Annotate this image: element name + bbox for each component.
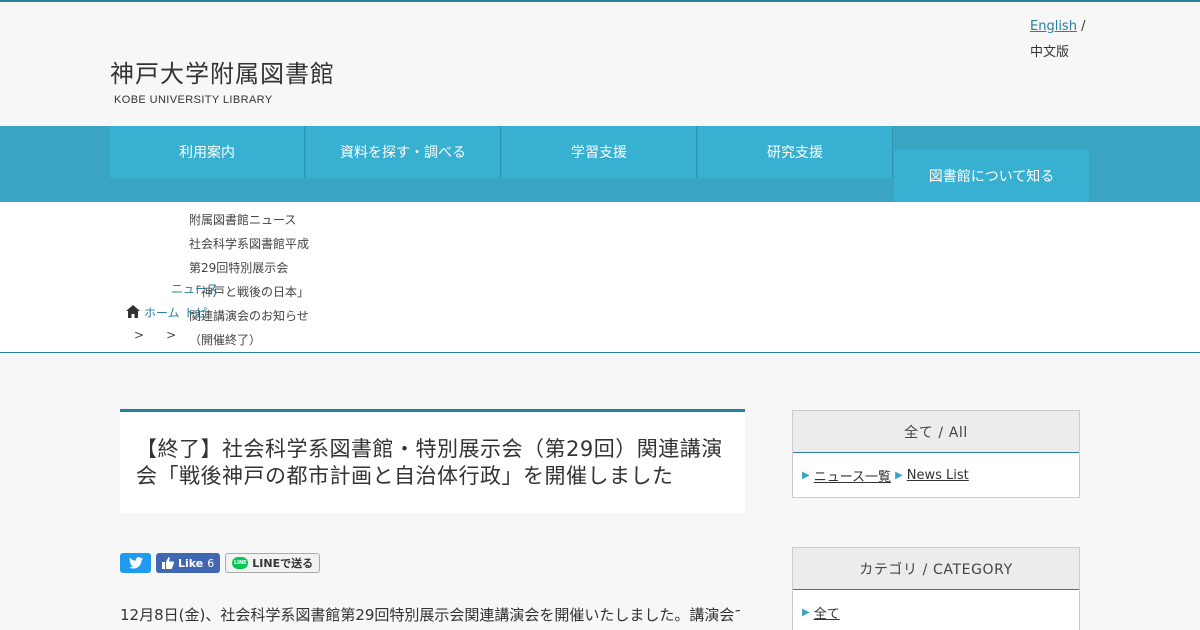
breadcrumb-home-link[interactable]: ホーム [144,304,180,321]
sidebar-all-title: 全て / All [793,411,1079,453]
site-logo[interactable]: 神戸大学附属図書館 KOBE UNIVERSITY LIBRARY [110,60,335,106]
facebook-like-count: 6 [207,556,215,570]
twitter-bird-icon [128,557,143,569]
breadcrumb-topics-link[interactable]: トピ [184,304,208,321]
sidebar-category-list: ▶ 全て [793,590,1079,630]
sidebar-all-links: ▶ ニュース一覧 ▶ News List [793,453,1079,497]
lang-english-link[interactable]: English [1030,19,1077,34]
share-buttons: Like 6 LINE LINEで送る [120,553,321,573]
thumbs-up-icon [162,557,174,569]
triangle-right-icon: ▶ [802,469,810,481]
breadcrumb: 附属図書館ニュース 社会科学系図書館平成 第29回特別展示会 「神戸と戦後の日本… [0,202,1200,353]
article-title: 【終了】社会科学系図書館・特別展示会（第29回）関連講演会「戦後神戸の都市計画と… [136,437,723,488]
breadcrumb-line: 社会科学系図書館平成 [189,237,310,251]
logo-japanese: 神戸大学附属図書館 [110,60,335,88]
site-header: 神戸大学附属図書館 KOBE UNIVERSITY LIBRARY Englis… [0,2,1200,126]
lang-other-link[interactable]: 中文版 [1030,45,1069,60]
triangle-right-icon: ▶ [895,469,903,481]
facebook-like-label: Like [178,556,204,570]
breadcrumb-home: ホーム トピ [126,304,208,321]
news-list-en-link[interactable]: News List [907,468,969,483]
line-share-button[interactable]: LINE LINEで送る [225,553,321,573]
news-list-ja-link[interactable]: ニュース一覧 [814,466,891,485]
sidebar-all-box: 全て / All ▶ ニュース一覧 ▶ News List [792,410,1080,498]
breadcrumb-separator: > [166,328,177,342]
nav-item-learning[interactable]: 学習支援 [502,126,697,178]
nav-item-about[interactable]: 図書館について知る [894,150,1089,202]
line-share-label: LINEで送る [252,557,314,570]
logo-english: KOBE UNIVERSITY LIBRARY [114,94,273,106]
nav-item-guide[interactable]: 利用案内 [110,126,305,178]
twitter-share-button[interactable] [120,553,151,573]
breadcrumb-line: （開催終了） [189,333,262,347]
sidebar-category-box: カテゴリ / CATEGORY ▶ 全て [792,547,1080,630]
global-nav: 利用案内 資料を探す・調べる 学習支援 研究支援 図書館について知る [0,126,1200,202]
breadcrumb-line: 第29回特別展示会 [189,261,289,275]
sidebar-category-title: カテゴリ / CATEGORY [793,548,1079,590]
line-logo-icon: LINE [232,557,249,569]
triangle-right-icon: ▶ [802,606,810,618]
article-title-box: 【終了】社会科学系図書館・特別展示会（第29回）関連講演会「戦後神戸の都市計画と… [120,409,745,513]
breadcrumb-separator: > [134,328,145,342]
nav-item-research[interactable]: 研究支援 [698,126,893,178]
lang-separator: / [1081,19,1086,34]
home-icon[interactable] [126,304,140,321]
facebook-like-button[interactable]: Like 6 [156,553,221,573]
nav-item-search[interactable]: 資料を探す・調べる [306,126,501,178]
article-body: 12月8日(金)、社会科学系図書館第29回特別展示会関連講演会を開催いたしました… [120,606,740,624]
breadcrumb-line: 附属図書館ニュース [189,213,297,227]
breadcrumb-news-link[interactable]: ニュース [171,280,218,297]
breadcrumb-separators: > > [134,328,198,342]
category-all-link[interactable]: 全て [814,603,840,622]
language-switcher: English / 中文版 [1030,14,1085,66]
